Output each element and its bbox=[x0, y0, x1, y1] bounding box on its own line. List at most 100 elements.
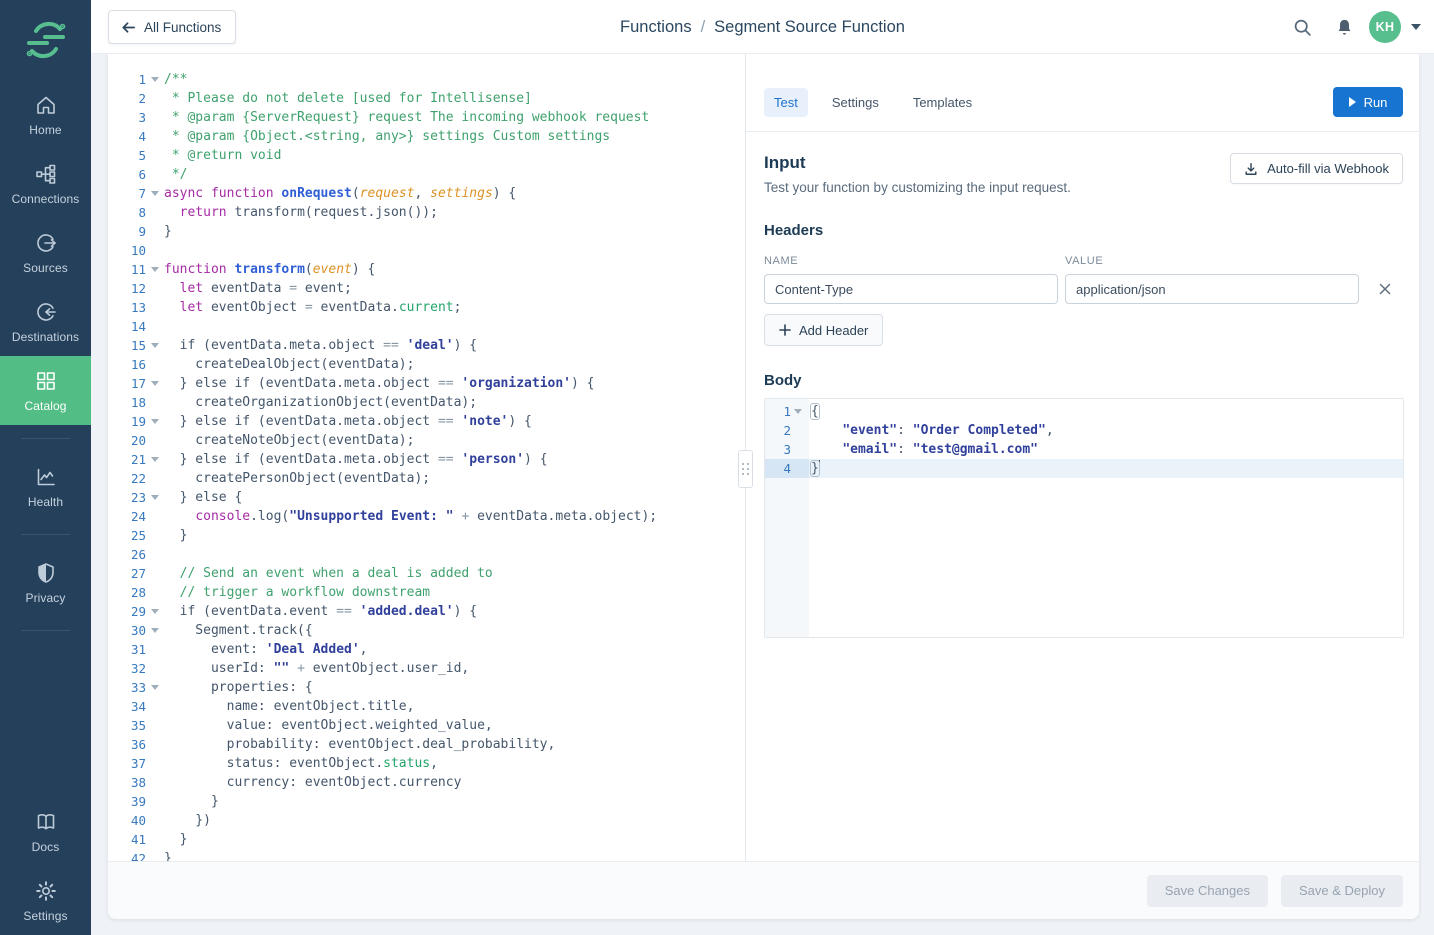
pane-resize-handle[interactable] bbox=[738, 450, 753, 488]
autofill-webhook-button[interactable]: Auto-fill via Webhook bbox=[1230, 153, 1403, 184]
sidebar-item-label: Health bbox=[28, 495, 63, 509]
code-editor-line-32: 32 userId: "" + eventObject.user_id, bbox=[108, 659, 745, 678]
sidebar-bottom: DocsSettings bbox=[0, 797, 91, 935]
code-editor-line-10: 10 bbox=[108, 241, 745, 260]
sidebar-item-catalog[interactable]: Catalog bbox=[0, 356, 91, 425]
save-changes-button[interactable]: Save Changes bbox=[1147, 875, 1268, 907]
value-column-label: VALUE bbox=[1065, 255, 1103, 267]
code-editor-line-22: 22 createPersonObject(eventData); bbox=[108, 469, 745, 488]
fold-toggle-icon[interactable] bbox=[146, 70, 164, 89]
fold-toggle-icon[interactable] bbox=[146, 450, 164, 469]
fold-toggle-icon[interactable] bbox=[146, 412, 164, 431]
sidebar-item-settings[interactable]: Settings bbox=[0, 866, 91, 935]
pane-divider bbox=[745, 54, 746, 861]
line-number: 38 bbox=[108, 773, 146, 792]
sidebar-item-privacy[interactable]: Privacy bbox=[0, 548, 91, 617]
header-value-input[interactable] bbox=[1065, 274, 1359, 304]
sidebar-item-home[interactable]: Home bbox=[0, 80, 91, 149]
code-editor-line-12: 12 let eventData = event; bbox=[108, 279, 745, 298]
run-button[interactable]: Run bbox=[1333, 87, 1403, 117]
code-editor-line-36: 36 probability: eventObject.deal_probabi… bbox=[108, 735, 745, 754]
tab-templates[interactable]: Templates bbox=[903, 88, 982, 117]
fold-toggle-icon[interactable] bbox=[146, 336, 164, 355]
sidebar-item-docs[interactable]: Docs bbox=[0, 797, 91, 866]
code-editor-line-42: 42} bbox=[108, 849, 745, 861]
search-icon[interactable] bbox=[1285, 10, 1319, 44]
breadcrumb-current: Segment Source Function bbox=[714, 18, 905, 37]
autofill-webhook-label: Auto-fill via Webhook bbox=[1267, 161, 1389, 176]
privacy-icon bbox=[34, 561, 58, 585]
caret-down-icon[interactable] bbox=[1411, 24, 1421, 30]
sidebar: HomeConnections Sources Destinations Catalo… bbox=[0, 0, 91, 935]
sidebar-item-label: Sources bbox=[23, 261, 68, 275]
line-number: 21 bbox=[108, 450, 146, 469]
sidebar-item-connections[interactable]: Connections bbox=[0, 149, 91, 218]
code-editor-line-35: 35 value: eventObject.weighted_value, bbox=[108, 716, 745, 735]
fold-toggle-icon[interactable] bbox=[146, 374, 164, 393]
code-editor-line-17: 17 } else if (eventData.meta.object == '… bbox=[108, 374, 745, 393]
line-number: 39 bbox=[108, 792, 146, 811]
line-number: 35 bbox=[108, 716, 146, 735]
code-editor[interactable]: 1/**2 * Please do not delete [used for I… bbox=[108, 54, 745, 861]
line-number: 42 bbox=[108, 849, 146, 861]
line-number: 11 bbox=[108, 260, 146, 279]
sources-icon bbox=[34, 231, 58, 255]
code-editor-line-28: 28 // trigger a workflow downstream bbox=[108, 583, 745, 602]
code-editor-line-27: 27 // Send an event when a deal is added… bbox=[108, 564, 745, 583]
connections-icon bbox=[34, 162, 58, 186]
remove-header-icon[interactable] bbox=[1375, 279, 1395, 299]
line-number: 3 bbox=[108, 108, 146, 127]
line-number: 29 bbox=[108, 602, 146, 621]
line-number: 19 bbox=[108, 412, 146, 431]
code-editor-line-31: 31 event: 'Deal Added', bbox=[108, 640, 745, 659]
line-number: 27 bbox=[108, 564, 146, 583]
code-editor-line-18: 18 createOrganizationObject(eventData); bbox=[108, 393, 745, 412]
header-name-input[interactable] bbox=[764, 274, 1058, 304]
body-editor-line-2: 2 "event": "Order Completed", bbox=[765, 421, 1403, 440]
bell-icon[interactable] bbox=[1327, 10, 1361, 44]
sidebar-item-destinations[interactable]: Destinations bbox=[0, 287, 91, 356]
fold-toggle-icon[interactable] bbox=[146, 602, 164, 621]
code-editor-line-37: 37 status: eventObject.status, bbox=[108, 754, 745, 773]
line-number: 8 bbox=[108, 203, 146, 222]
code-editor-line-26: 26 bbox=[108, 545, 745, 564]
body-json-editor[interactable]: 1{2 "event": "Order Completed",3 "email"… bbox=[764, 398, 1404, 638]
tab-settings[interactable]: Settings bbox=[822, 88, 889, 117]
fold-toggle-icon[interactable] bbox=[146, 621, 164, 640]
body-editor-line-3: 3 "email": "test@gmail.com" bbox=[765, 440, 1403, 459]
fold-toggle-icon[interactable] bbox=[146, 260, 164, 279]
save-deploy-button[interactable]: Save & Deploy bbox=[1281, 875, 1403, 907]
code-editor-line-40: 40 }) bbox=[108, 811, 745, 830]
code-editor-line-33: 33 properties: { bbox=[108, 678, 745, 697]
header-row bbox=[764, 274, 1403, 304]
line-number: 13 bbox=[108, 298, 146, 317]
sidebar-item-sources[interactable]: Sources bbox=[0, 218, 91, 287]
code-editor-line-20: 20 createNoteObject(eventData); bbox=[108, 431, 745, 450]
home-icon bbox=[34, 93, 58, 117]
fold-toggle-icon[interactable] bbox=[791, 402, 805, 421]
text-cursor bbox=[819, 460, 820, 474]
fold-toggle-icon[interactable] bbox=[146, 488, 164, 507]
tab-test[interactable]: Test bbox=[764, 88, 808, 117]
code-editor-line-30: 30 Segment.track({ bbox=[108, 621, 745, 640]
breadcrumb-parent[interactable]: Functions bbox=[620, 18, 692, 37]
sidebar-item-health[interactable]: Health bbox=[0, 452, 91, 521]
test-panel: TestSettingsTemplates Run Input Test you… bbox=[746, 54, 1419, 861]
code-editor-line-39: 39 } bbox=[108, 792, 745, 811]
avatar[interactable]: KH bbox=[1369, 11, 1401, 43]
play-icon bbox=[1349, 97, 1356, 107]
fold-toggle-icon[interactable] bbox=[146, 184, 164, 203]
segment-logo-icon[interactable] bbox=[24, 18, 68, 62]
sidebar-item-label: Destinations bbox=[12, 330, 79, 344]
sidebar-divider bbox=[21, 534, 70, 535]
input-section-subtitle: Test your function by customizing the in… bbox=[764, 180, 1071, 195]
download-icon bbox=[1244, 162, 1258, 176]
line-number: 15 bbox=[108, 336, 146, 355]
add-header-button[interactable]: Add Header bbox=[764, 314, 883, 346]
line-number: 7 bbox=[108, 184, 146, 203]
line-number: 10 bbox=[108, 241, 146, 260]
fold-toggle-icon[interactable] bbox=[146, 678, 164, 697]
line-number: 9 bbox=[108, 222, 146, 241]
catalog-icon bbox=[34, 369, 58, 393]
code-editor-line-6: 6 */ bbox=[108, 165, 745, 184]
